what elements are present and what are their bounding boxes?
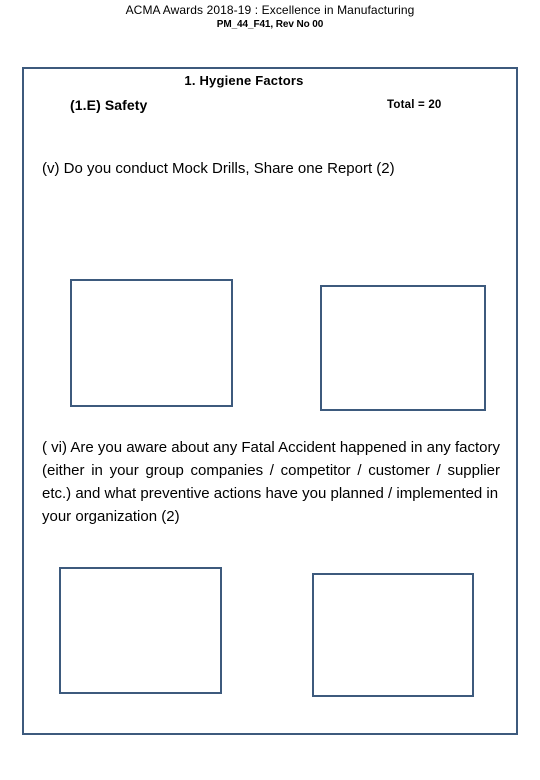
subsection-label: (1.E) Safety	[70, 97, 148, 113]
question-vi-text-lastline: your organization (2)	[42, 508, 180, 525]
answer-box-v-left[interactable]	[70, 279, 233, 407]
question-vi-block: ( vi) Are you aware about any Fatal Acci…	[42, 436, 500, 528]
answer-box-vi-right[interactable]	[312, 573, 474, 697]
document-subtitle: PM_44_F41, Rev No 00	[216, 19, 324, 30]
total-marks-label: Total = 20	[387, 99, 442, 111]
answer-box-vi-left[interactable]	[59, 567, 222, 694]
form-frame: 1. Hygiene Factors (1.E) Safety Total = …	[22, 67, 518, 735]
document-title: ACMA Awards 2018-19 : Excellence in Manu…	[125, 3, 415, 17]
answer-box-v-right[interactable]	[320, 285, 486, 411]
question-vi-text: ( vi) Are you aware about any Fatal Acci…	[42, 439, 500, 502]
document-header: ACMA Awards 2018-19 : Excellence in Manu…	[0, 0, 540, 32]
section-heading: 1. Hygiene Factors	[184, 73, 304, 88]
question-v-text: (v) Do you conduct Mock Drills, Share on…	[42, 160, 395, 177]
